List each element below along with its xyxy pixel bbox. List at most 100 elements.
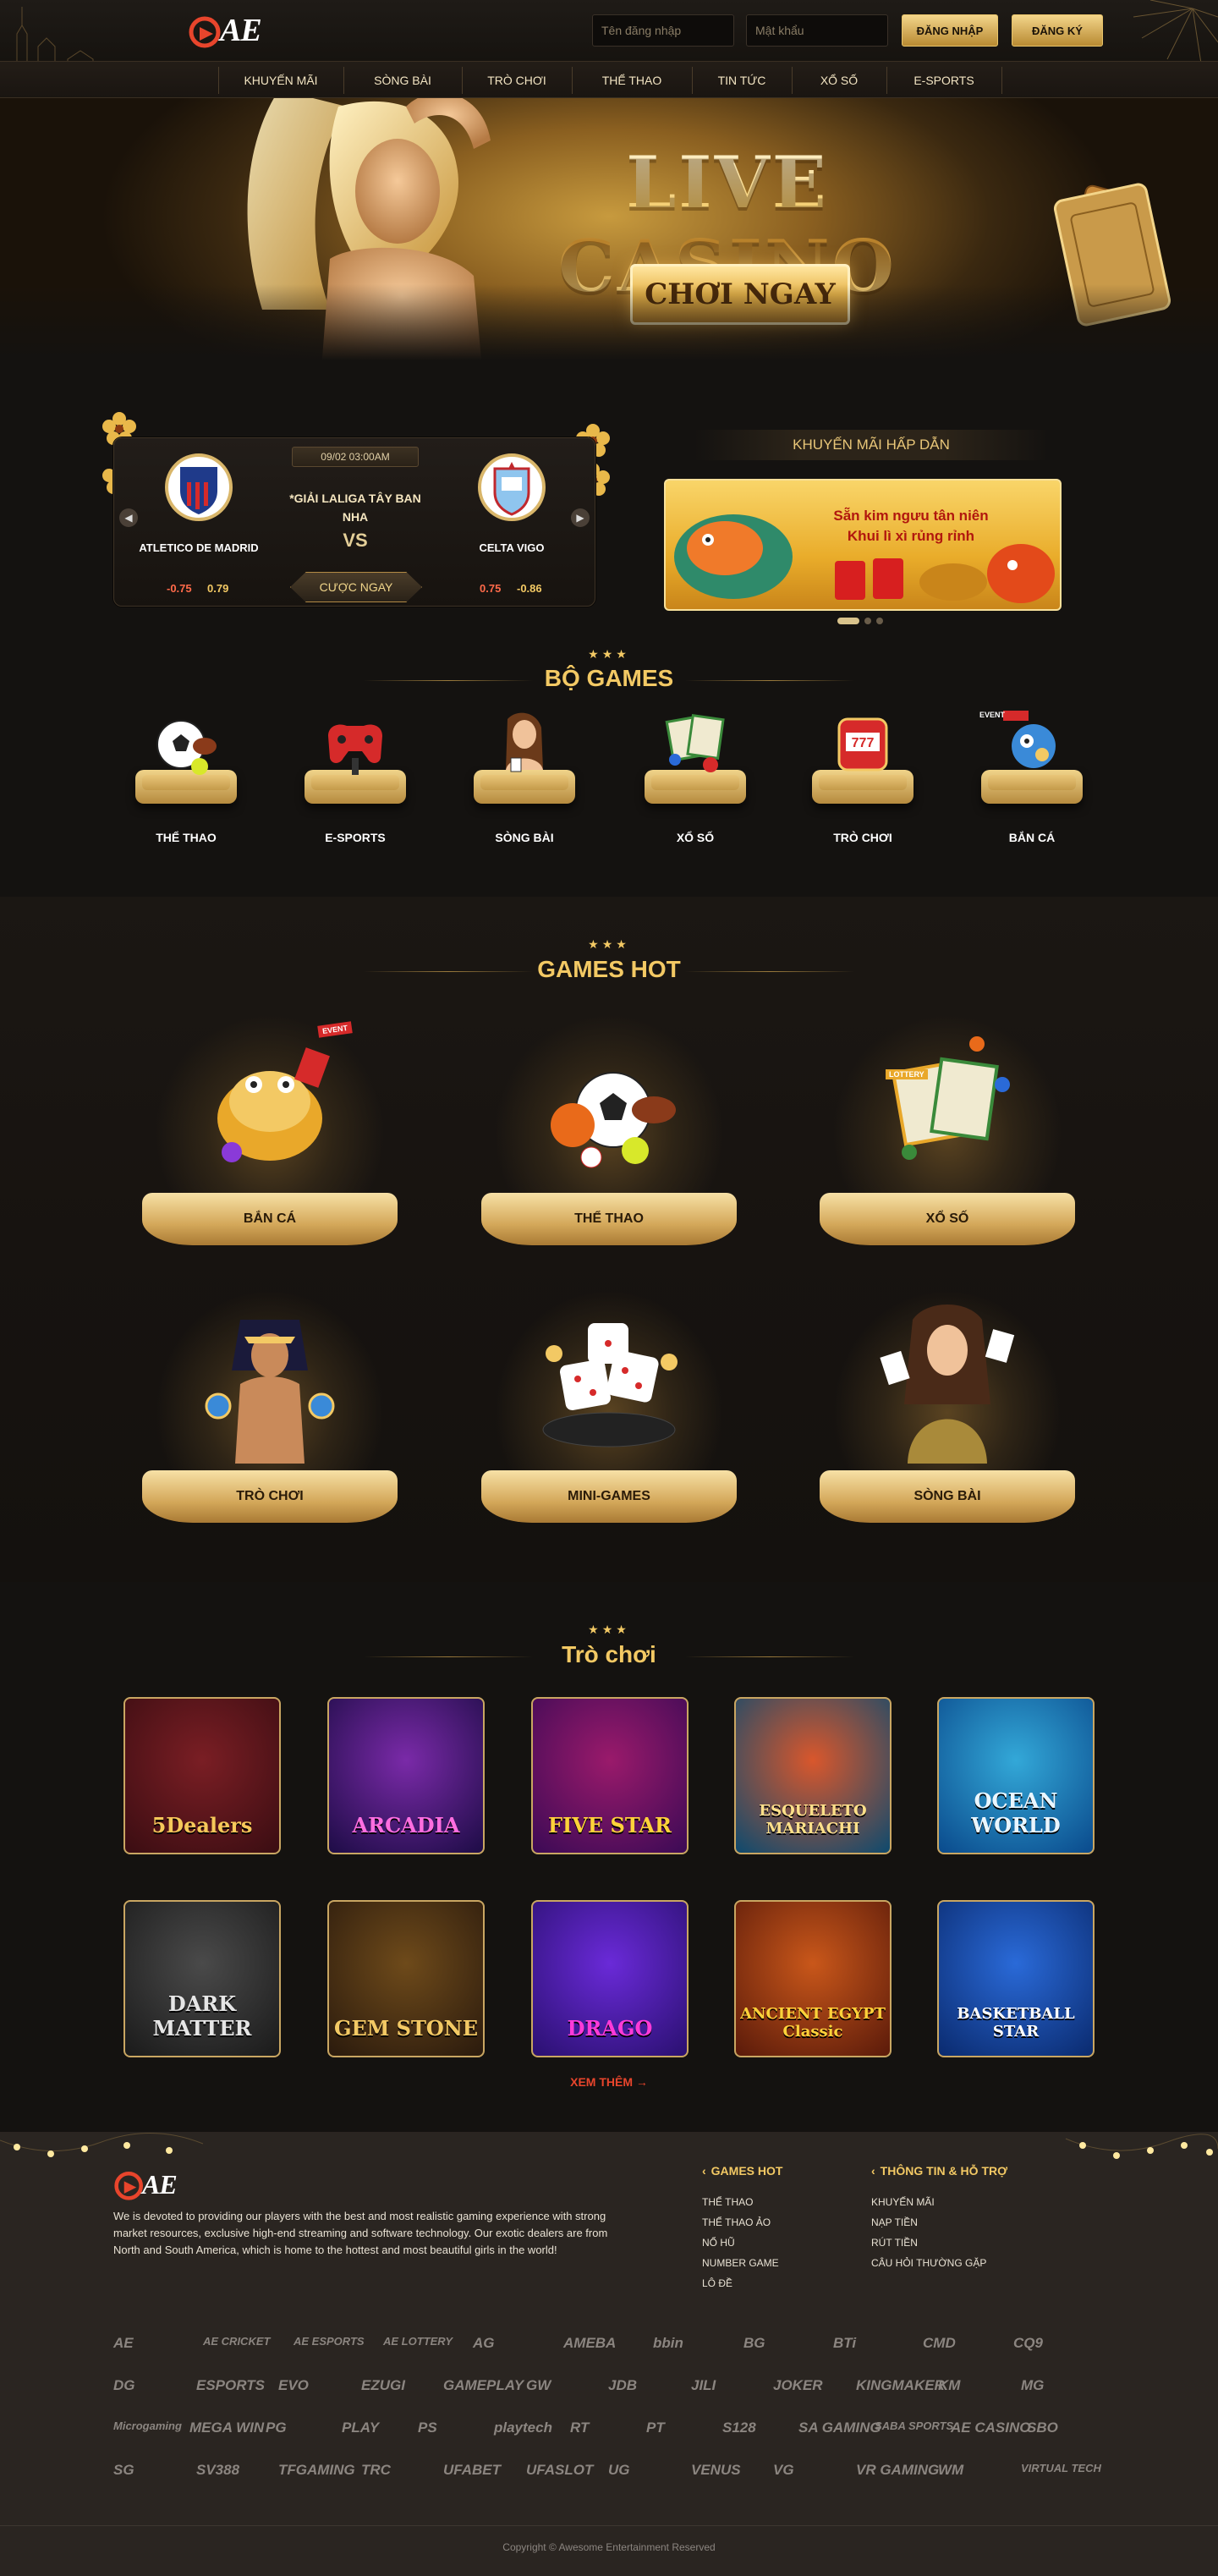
provider-logo: ESPORTS bbox=[196, 2377, 265, 2393]
nav-esports[interactable]: E-SPORTS bbox=[886, 62, 1001, 99]
provider-logo: EZUGI bbox=[361, 2377, 405, 2393]
footer-link[interactable]: KHUYẾN MÃI bbox=[871, 2196, 935, 2208]
footer-link[interactable]: NẠP TIỀN bbox=[871, 2216, 918, 2228]
hot-card-tro-choi[interactable]: TRÒ CHƠI bbox=[142, 1286, 398, 1523]
category-xo-so[interactable]: XỔ SỐ bbox=[636, 711, 754, 854]
tro-choi-title: Trò chơi bbox=[562, 1641, 656, 1667]
carousel-dot[interactable] bbox=[876, 618, 883, 624]
provider-logo: AE ESPORTS bbox=[294, 2335, 365, 2348]
slot-game-tile[interactable]: DRAGO bbox=[531, 1900, 689, 2057]
slot-game-tile[interactable]: ESQUELETO MARIACHI bbox=[734, 1697, 892, 1854]
celta-crest-icon bbox=[493, 462, 530, 516]
bet-now-button[interactable]: CƯỢC NGAY bbox=[290, 572, 422, 602]
footer-link[interactable]: CÂU HỎI THƯỜNG GẶP bbox=[871, 2257, 986, 2269]
provider-logo: RT bbox=[570, 2419, 590, 2436]
footer-col-games-hot: ‹ GAMES HOT bbox=[702, 2164, 782, 2178]
carousel-dot[interactable] bbox=[864, 618, 871, 624]
see-more-link[interactable]: XEM THÊM → bbox=[567, 2075, 651, 2089]
provider-logo: SBO bbox=[1027, 2419, 1058, 2436]
home-odds: 0.79 bbox=[207, 582, 229, 595]
slot-game-name: OCEAN WORLD bbox=[971, 1788, 1061, 1837]
prev-match-button[interactable]: ◀ bbox=[119, 508, 138, 527]
promo-banner-text: Sẵn kim ngưu tân niên Khui lì xì rủng rỉ… bbox=[784, 506, 1038, 547]
footer-link[interactable]: LÔ ĐỀ bbox=[702, 2277, 732, 2289]
slot-game-name: ESQUELETO MARIACHI bbox=[759, 1802, 867, 1837]
games-hot-title: GAMES HOT bbox=[537, 956, 681, 982]
nav-song-bai[interactable]: SÒNG BÀI bbox=[343, 62, 462, 99]
provider-logo: AE LOTTERY bbox=[383, 2335, 453, 2348]
slot-machine-icon: 777 bbox=[837, 717, 888, 772]
provider-logo: SABA SPORTS bbox=[875, 2419, 954, 2432]
hot-card-the-thao[interactable]: THỂ THAO bbox=[481, 1008, 737, 1245]
next-match-button[interactable]: ▶ bbox=[571, 508, 590, 527]
nav-tin-tuc[interactable]: TIN TỨC bbox=[692, 62, 792, 99]
category-the-thao[interactable]: THỂ THAO bbox=[127, 711, 245, 854]
provider-logo: JILI bbox=[691, 2377, 716, 2393]
hot-card-mini-games[interactable]: MINI-GAMES bbox=[481, 1286, 737, 1523]
username-input[interactable] bbox=[592, 14, 734, 47]
category-label: XỔ SỐ bbox=[676, 831, 715, 844]
category-esports[interactable]: E-SPORTS bbox=[296, 711, 414, 854]
footer-link[interactable]: NUMBER GAME bbox=[702, 2257, 779, 2269]
slot-game-tile[interactable]: GEM STONE bbox=[327, 1900, 485, 2057]
hot-card-label: XỔ SỐ bbox=[820, 1193, 1075, 1245]
nav-khuyen-mai[interactable]: KHUYẾN MÃI bbox=[218, 62, 343, 99]
gamepad-icon bbox=[328, 724, 382, 775]
register-button[interactable]: ĐĂNG KÝ bbox=[1012, 14, 1103, 47]
login-button[interactable]: ĐĂNG NHẬP bbox=[902, 14, 998, 47]
hot-card-label: THỂ THAO bbox=[481, 1193, 737, 1245]
provider-logo: CMD bbox=[923, 2335, 956, 2351]
footer-link[interactable]: THỂ THAO bbox=[702, 2196, 753, 2208]
promo-banner[interactable]: Sẵn kim ngưu tân niên Khui lì xì rủng rỉ… bbox=[664, 479, 1062, 611]
provider-logo: UFABET bbox=[443, 2462, 501, 2478]
footer-link[interactable]: NỔ HŨ bbox=[702, 2237, 735, 2249]
site-logo[interactable]: AE bbox=[188, 12, 281, 49]
provider-logo: JOKER bbox=[773, 2377, 823, 2393]
promo-line-1: Sẵn kim ngưu tân niên bbox=[833, 508, 989, 524]
footer-logo[interactable]: AE bbox=[113, 2167, 198, 2201]
slot-game-name: ARCADIA bbox=[352, 1813, 460, 1837]
slot-game-tile[interactable]: FIVE STAR bbox=[531, 1697, 689, 1854]
footer-link[interactable]: THỂ THAO ẢO bbox=[702, 2216, 771, 2228]
hero-banner[interactable]: LIVE CASINO CHƠI NGAY bbox=[0, 98, 1218, 360]
category-tro-choi[interactable]: 777 TRÒ CHƠI bbox=[804, 711, 922, 854]
dealer-icon bbox=[506, 712, 543, 772]
provider-logo: KM bbox=[938, 2377, 961, 2393]
hot-card-song-bai[interactable]: SÒNG BÀI bbox=[820, 1286, 1075, 1523]
fish-shooter-icon bbox=[1003, 711, 1056, 768]
main-nav: KHUYẾN MÃI SÒNG BÀI TRÒ CHƠI THỂ THAO TI… bbox=[0, 61, 1218, 98]
match-card: 09/02 03:00AM ◀ ▶ ATLETICO DE MADRID CEL… bbox=[113, 437, 595, 607]
category-ban-ca[interactable]: EVENT BẮN CÁ bbox=[973, 711, 1091, 854]
provider-logo: TFGAMING bbox=[278, 2462, 355, 2478]
provider-logo: UFASLOT bbox=[526, 2462, 594, 2478]
slot-game-tile[interactable]: OCEAN WORLD bbox=[937, 1697, 1095, 1854]
nav-tro-choi[interactable]: TRÒ CHƠI bbox=[462, 62, 572, 99]
hot-card-xo-so[interactable]: LOTTERY XỔ SỐ bbox=[820, 1008, 1075, 1245]
provider-logo: TRC bbox=[361, 2462, 391, 2478]
password-input[interactable] bbox=[746, 14, 888, 47]
svg-text:777: 777 bbox=[852, 736, 875, 750]
nav-the-thao[interactable]: THỂ THAO bbox=[572, 62, 692, 99]
slot-game-tile[interactable]: ANCIENT EGYPT Classic bbox=[734, 1900, 892, 2057]
chevron-left-icon: ‹ bbox=[702, 2164, 706, 2178]
home-team-name: ATLETICO DE MADRID bbox=[139, 541, 259, 554]
footer-link[interactable]: RÚT TIỀN bbox=[871, 2237, 918, 2249]
section-stars: ★★★ bbox=[588, 1623, 630, 1636]
slot-game-tile[interactable]: 5Dealers bbox=[123, 1697, 281, 1854]
away-odds: -0.86 bbox=[517, 582, 542, 595]
provider-logo: DG bbox=[113, 2377, 135, 2393]
provider-logo: EVO bbox=[278, 2377, 309, 2393]
slot-game-tile[interactable]: DARK MATTER bbox=[123, 1900, 281, 2057]
nav-xo-so[interactable]: XỔ SỐ bbox=[792, 62, 886, 99]
slot-game-tile[interactable]: BASKETBALL STAR bbox=[937, 1900, 1095, 2057]
category-song-bai[interactable]: SÒNG BÀI bbox=[465, 711, 584, 854]
slot-game-tile[interactable]: ARCADIA bbox=[327, 1697, 485, 1854]
versus-label: VS bbox=[343, 530, 368, 551]
provider-logo: AE bbox=[113, 2335, 134, 2351]
copyright: Copyright © Awesome Entertainment Reserv… bbox=[502, 2541, 716, 2553]
hot-card-ban-ca[interactable]: EVENT BẮN CÁ bbox=[142, 1008, 398, 1245]
hero-fade bbox=[0, 284, 1218, 360]
provider-logo: MEGA WIN bbox=[189, 2419, 265, 2436]
carousel-dot-active[interactable] bbox=[837, 618, 859, 624]
slot-game-name: GEM STONE bbox=[333, 2016, 479, 2040]
